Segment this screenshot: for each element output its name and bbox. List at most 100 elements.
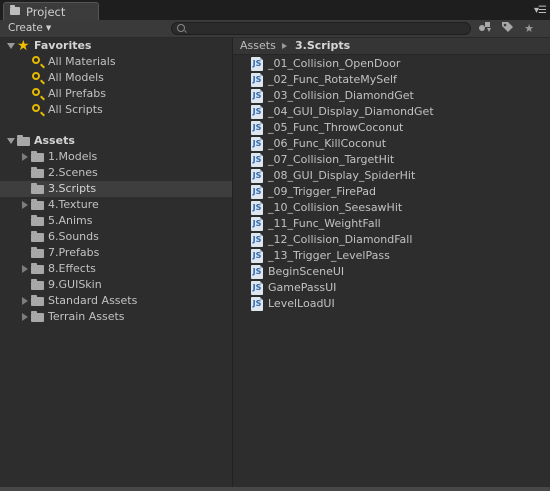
folder-item-texture[interactable]: 4.Texture <box>0 197 232 213</box>
file-name: _02_Func_RotateMySelf <box>268 73 397 86</box>
folder-label: 3.Scripts <box>48 182 97 195</box>
assets-title: Assets <box>34 134 75 147</box>
filter-by-label-icon[interactable] <box>497 21 517 36</box>
expand-arrow-icon[interactable] <box>22 201 28 209</box>
file-name: _12_Collision_DiamondFall <box>268 233 413 246</box>
expand-arrow-icon[interactable] <box>22 153 28 161</box>
folder-label: 5.Anims <box>48 214 93 227</box>
favorite-item[interactable]: All Models <box>0 70 232 86</box>
folder-label: 2.Scenes <box>48 166 98 179</box>
javascript-file-icon: JS <box>251 57 263 71</box>
folder-item-prefabs[interactable]: 7.Prefabs <box>0 245 232 261</box>
folder-item-guiskin[interactable]: 9.GUISkin <box>0 277 232 293</box>
folder-item-models[interactable]: 1.Models <box>0 149 232 165</box>
file-name: _06_Func_KillCoconut <box>268 137 387 150</box>
javascript-file-icon: JS <box>251 73 263 87</box>
javascript-file-icon: JS <box>251 281 263 295</box>
folder-icon <box>31 215 44 226</box>
javascript-file-icon: JS <box>251 185 263 199</box>
folder-icon <box>31 311 44 322</box>
search-filter-icon <box>32 88 40 96</box>
javascript-file-icon: JS <box>251 105 263 119</box>
file-list-panel: Assets 3.Scripts JS _01_Collision_OpenDoo… <box>233 38 550 491</box>
file-name: _05_Func_ThrowCoconut <box>268 121 404 134</box>
tab-project[interactable]: Project <box>3 2 99 20</box>
javascript-file-icon: JS <box>251 249 263 263</box>
javascript-file-icon: JS <box>251 201 263 215</box>
filter-by-type-icon[interactable] <box>475 21 495 36</box>
folder-label: Terrain Assets <box>48 310 125 323</box>
assets-root-folder[interactable]: Assets <box>0 133 232 149</box>
favorite-item[interactable]: All Materials <box>0 54 232 70</box>
folder-icon <box>31 231 44 242</box>
file-name: _11_Func_WeightFall <box>268 217 381 230</box>
javascript-file-icon: JS <box>251 137 263 151</box>
file-name: _13_Trigger_LevelPass <box>268 249 390 262</box>
file-name: _08_GUI_Display_SpiderHit <box>268 169 416 182</box>
folder-label: 8.Effects <box>48 262 96 275</box>
folder-icon <box>31 167 44 178</box>
folder-icon <box>31 247 44 258</box>
window-menu-icon[interactable]: ▾☰ <box>534 5 547 16</box>
create-dropdown-button[interactable]: Create ▼ <box>8 22 60 35</box>
search-filter-icon <box>32 56 40 64</box>
favorites-title: Favorites <box>34 39 92 52</box>
folder-icon <box>17 135 30 146</box>
javascript-file-icon: JS <box>251 89 263 103</box>
folder-item-sounds[interactable]: 6.Sounds <box>0 229 232 245</box>
folder-item-effects[interactable]: 8.Effects <box>0 261 232 277</box>
breadcrumb-current[interactable]: 3.Scripts <box>295 39 350 52</box>
folder-icon <box>31 279 44 290</box>
folder-icon <box>10 5 20 15</box>
file-name: GamePassUI <box>268 281 337 294</box>
javascript-file-icon: JS <box>251 169 263 183</box>
file-name: _07_Collision_TargetHit <box>268 153 395 166</box>
folder-icon <box>31 295 44 306</box>
folder-label: 6.Sounds <box>48 230 99 243</box>
folder-label: 7.Prefabs <box>48 246 100 259</box>
favorite-item[interactable]: All Prefabs <box>0 86 232 102</box>
javascript-file-icon: JS <box>251 233 263 247</box>
breadcrumb-assets[interactable]: Assets <box>240 39 276 52</box>
search-input[interactable] <box>188 23 458 34</box>
folder-label: Standard Assets <box>48 294 138 307</box>
favorite-item-label: All Materials <box>48 55 116 68</box>
dropdown-arrow-icon: ▼ <box>45 24 52 32</box>
expand-arrow-icon[interactable] <box>7 138 15 144</box>
tab-title: Project <box>26 5 66 19</box>
folder-item-terrain-assets[interactable]: Terrain Assets <box>0 309 232 325</box>
folder-item-standard-assets[interactable]: Standard Assets <box>0 293 232 309</box>
expand-arrow-icon[interactable] <box>7 43 15 49</box>
favorites-star-icon[interactable]: ★ <box>519 21 539 36</box>
search-field[interactable] <box>171 22 471 35</box>
folder-label: 4.Texture <box>48 198 99 211</box>
javascript-file-icon: JS <box>251 217 263 231</box>
file-name: _04_GUI_Display_DiamondGet <box>268 105 434 118</box>
folder-item-anims[interactable]: 5.Anims <box>0 213 232 229</box>
favorites-star-icon: ★ <box>17 38 30 54</box>
folder-item-scenes[interactable]: 2.Scenes <box>0 165 232 181</box>
folder-icon <box>31 263 44 274</box>
window-tab-bar: Project ▾☰ <box>0 0 550 20</box>
favorites-header[interactable]: ★ Favorites <box>0 38 232 54</box>
javascript-file-icon: JS <box>251 121 263 135</box>
expand-arrow-icon[interactable] <box>22 313 28 321</box>
expand-arrow-icon[interactable] <box>22 265 28 273</box>
favorite-item-label: All Scripts <box>48 103 103 116</box>
file-name: BeginSceneUI <box>268 265 345 278</box>
folder-label: 1.Models <box>48 150 98 163</box>
folder-item-scripts[interactable]: 3.Scripts <box>0 181 232 197</box>
breadcrumb: Assets 3.Scripts <box>233 38 550 55</box>
search-filter-icon <box>32 104 40 112</box>
folder-label: 9.GUISkin <box>48 278 102 291</box>
favorite-item-label: All Prefabs <box>48 87 106 100</box>
favorite-item[interactable]: All Scripts <box>0 102 232 118</box>
folder-tree-panel: ★ Favorites All Materials All Models All… <box>0 38 233 491</box>
file-name: _09_Trigger_FirePad <box>268 185 376 198</box>
folder-icon <box>31 151 44 162</box>
file-name: _01_Collision_OpenDoor <box>268 57 401 70</box>
javascript-file-icon: JS <box>251 265 263 279</box>
folder-icon <box>31 183 44 194</box>
bottom-status-bar <box>0 487 550 491</box>
expand-arrow-icon[interactable] <box>22 297 28 305</box>
